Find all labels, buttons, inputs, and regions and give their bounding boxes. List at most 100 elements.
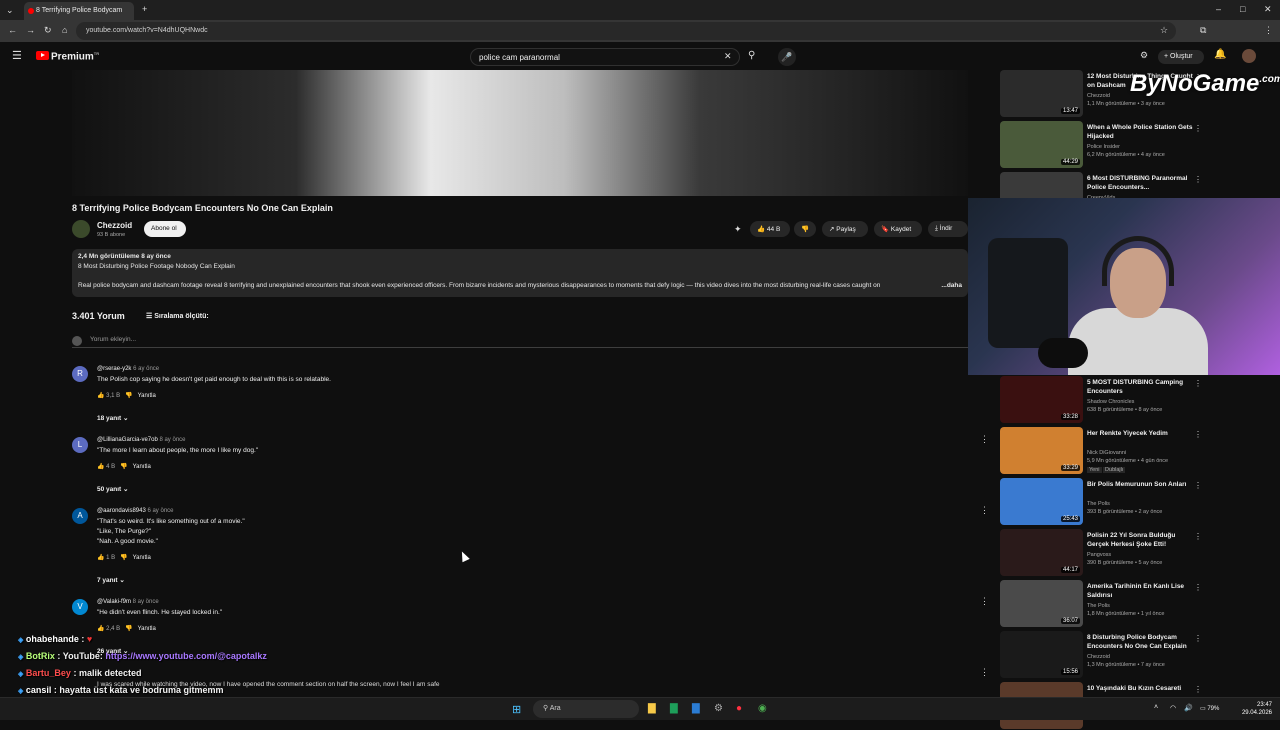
video-thumbnail[interactable]: 25:43: [1000, 478, 1083, 525]
video-menu-icon[interactable]: ⋮: [1194, 481, 1202, 490]
comment-author[interactable]: @rserae-y2k 6 ay önce: [97, 366, 159, 372]
video-menu-icon[interactable]: ⋮: [1194, 124, 1202, 133]
related-video-channel[interactable]: The Polis: [1087, 500, 1110, 508]
video-thumbnail[interactable]: 13:47: [1000, 70, 1083, 117]
reload-icon[interactable]: ↻: [44, 26, 52, 35]
video-menu-icon[interactable]: ⋮: [1194, 532, 1202, 541]
related-video-title[interactable]: Bir Polis Memurunun Son Anları: [1087, 480, 1197, 489]
cast-icon[interactable]: ⚙: [1140, 51, 1148, 60]
related-video-title[interactable]: Her Renkte Yiyecek Yedim: [1087, 429, 1197, 438]
related-video-item[interactable]: 44:17 Polisin 22 Yıl Sonra Bulduğu Gerçek…: [998, 529, 1208, 577]
video-thumbnail[interactable]: 44:29: [1000, 121, 1083, 168]
word-icon[interactable]: ▇: [692, 703, 700, 714]
notifications-icon[interactable]: 🔔: [1214, 50, 1226, 60]
taskbar-search[interactable]: ⚲ Ara: [533, 700, 639, 718]
commenter-avatar[interactable]: A: [72, 508, 88, 524]
related-video-title[interactable]: 8 Disturbing Police Bodycam Encounters N…: [1087, 633, 1197, 651]
video-menu-icon[interactable]: ⋮: [1194, 379, 1202, 388]
video-player[interactable]: [72, 70, 968, 196]
comment-like-icon[interactable]: 👍: [97, 464, 104, 470]
commenter-avatar[interactable]: L: [72, 437, 88, 453]
volume-icon[interactable]: 🔊: [1184, 704, 1193, 712]
youtube-logo[interactable]: PremiumTR: [36, 51, 99, 62]
related-video-channel[interactable]: Shadow Chronicles: [1087, 398, 1134, 406]
premium-icon[interactable]: ✦: [734, 225, 742, 234]
chat-link[interactable]: https://www.youtube.com/@capotalkz: [105, 651, 266, 661]
channel-name[interactable]: Chezzoid: [97, 221, 132, 230]
like-button[interactable]: 👍 44 B: [750, 221, 790, 237]
extensions-icon[interactable]: ⧉: [1200, 26, 1206, 35]
sort-button[interactable]: ☰ Sıralama ölçütü:: [146, 312, 209, 320]
related-video-item[interactable]: 15:56 8 Disturbing Police Bodycam Encount…: [998, 631, 1208, 679]
related-video-item[interactable]: 36:07 Amerika Tarihinin En Kanlı Lise Sal…: [998, 580, 1208, 628]
comment-dislike-icon[interactable]: 👎: [120, 555, 127, 561]
subscribe-button[interactable]: Abone ol: [144, 221, 186, 237]
related-video-title[interactable]: Amerika Tarihinin En Kanlı Lise Saldırıs…: [1087, 582, 1197, 600]
home-icon[interactable]: ⌂: [62, 26, 67, 35]
view-replies-button[interactable]: 7 yanıt ⌄: [97, 576, 125, 584]
description-box[interactable]: 2,4 Mn görüntüleme 8 ay önce 8 Most Dist…: [72, 249, 968, 297]
reply-button[interactable]: Yanıtla: [138, 626, 156, 632]
comment-dislike-icon[interactable]: 👎: [125, 393, 132, 399]
comment-menu-icon[interactable]: ⋮: [980, 597, 989, 606]
video-menu-icon[interactable]: ⋮: [1194, 634, 1202, 643]
related-video-channel[interactable]: Police Insider: [1087, 143, 1120, 151]
commenter-avatar[interactable]: V: [72, 599, 88, 615]
related-video-channel[interactable]: Nick DiGiovanni: [1087, 449, 1126, 457]
related-video-item[interactable]: 44:29 When a Whole Police Station Gets Hi…: [998, 121, 1208, 169]
related-video-title[interactable]: 5 MOST DISTURBING Camping Encounters: [1087, 378, 1197, 396]
show-more-link[interactable]: ...daha: [941, 282, 962, 289]
comment-menu-icon[interactable]: ⋮: [980, 668, 989, 677]
related-video-item[interactable]: 33:28 5 MOST DISTURBING Camping Encounter…: [998, 376, 1208, 424]
maximize-icon[interactable]: □: [1240, 5, 1245, 14]
commenter-avatar[interactable]: R: [72, 366, 88, 382]
related-video-channel[interactable]: Chezzoid: [1087, 653, 1110, 661]
taskbar-clock[interactable]: 23:47 29.04.2026: [1242, 701, 1272, 717]
browser-tab[interactable]: 8 Terrifying Police Bodycam: [24, 2, 134, 20]
comment-username[interactable]: @rserae-y2k: [97, 366, 131, 372]
related-video-title[interactable]: Polisin 22 Yıl Sonra Bulduğu Gerçek Herk…: [1087, 531, 1197, 549]
tab-list-icon[interactable]: ⌄: [6, 6, 14, 15]
reply-button[interactable]: Yanıtla: [138, 393, 156, 399]
comment-dislike-icon[interactable]: 👎: [120, 464, 127, 470]
related-video-title[interactable]: 6 Most DISTURBING Paranormal Police Enco…: [1087, 174, 1197, 192]
comment-like-icon[interactable]: 👍: [97, 393, 104, 399]
related-video-channel[interactable]: Pangvoss: [1087, 551, 1111, 559]
reply-button[interactable]: Yanıtla: [133, 555, 151, 561]
video-thumbnail[interactable]: 33:29: [1000, 427, 1083, 474]
video-menu-icon[interactable]: ⋮: [1194, 685, 1202, 694]
excel-icon[interactable]: ▇: [670, 703, 678, 714]
voice-search-icon[interactable]: 🎤: [778, 48, 796, 66]
clear-search-icon[interactable]: ✕: [724, 52, 732, 61]
comment-author[interactable]: @Valaki-f9m 8 ay önce: [97, 599, 159, 605]
account-avatar[interactable]: [1242, 49, 1256, 63]
related-video-title[interactable]: When a Whole Police Station Gets Hijacke…: [1087, 123, 1197, 141]
video-menu-icon[interactable]: ⋮: [1194, 583, 1202, 592]
file-explorer-icon[interactable]: ▇: [648, 703, 656, 714]
video-thumbnail[interactable]: 44:17: [1000, 529, 1083, 576]
search-icon[interactable]: ⚲: [748, 51, 755, 61]
battery-indicator[interactable]: ▭ 79%: [1200, 705, 1219, 712]
reply-button[interactable]: Yanıtla: [133, 464, 151, 470]
comment-like-icon[interactable]: 👍: [97, 555, 104, 561]
back-icon[interactable]: ←: [8, 26, 17, 35]
view-replies-button[interactable]: 18 yanıt ⌄: [97, 414, 128, 422]
chrome-icon[interactable]: ◉: [758, 703, 767, 714]
video-menu-icon[interactable]: ⋮: [1194, 430, 1202, 439]
menu-dots-icon[interactable]: ⋮: [1264, 26, 1273, 35]
add-comment-input[interactable]: Yorum ekleyin...: [72, 336, 968, 348]
view-replies-button[interactable]: 50 yanıt ⌄: [97, 485, 128, 493]
video-thumbnail[interactable]: 33:28: [1000, 376, 1083, 423]
video-thumbnail[interactable]: 36:07: [1000, 580, 1083, 627]
dislike-button[interactable]: 👎: [794, 221, 816, 237]
bookmark-star-icon[interactable]: ☆: [1160, 26, 1168, 35]
media-app-icon[interactable]: ●: [736, 703, 742, 714]
settings-icon[interactable]: ⚙: [714, 703, 723, 714]
close-window-icon[interactable]: ✕: [1264, 5, 1272, 14]
comment-like-icon[interactable]: 👍: [97, 626, 104, 632]
search-input[interactable]: police cam paranormal: [470, 48, 740, 66]
hamburger-menu-icon[interactable]: ☰: [12, 51, 22, 62]
related-video-title[interactable]: 10 Yaşındaki Bu Kızın Cesareti: [1087, 684, 1197, 693]
share-button[interactable]: ↗ Paylaş: [822, 221, 868, 237]
comment-username[interactable]: @Valaki-f9m: [97, 599, 131, 605]
